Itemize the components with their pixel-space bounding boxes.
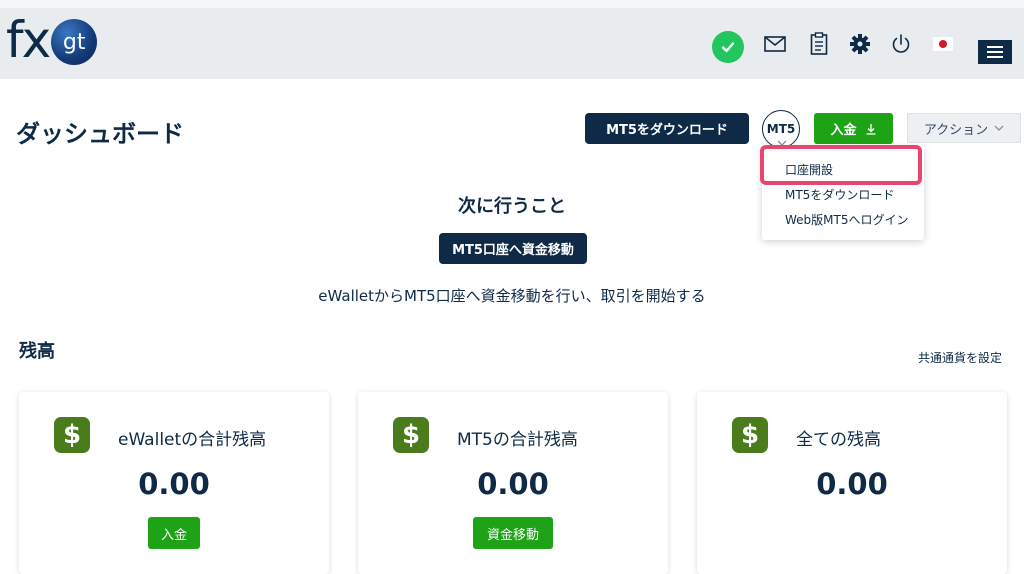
total-balance-card: $ 全ての残高 0.00 — [697, 392, 1007, 574]
highlight-annotation — [760, 145, 922, 185]
dollar-icon: $ — [732, 417, 768, 453]
dollar-icon: $ — [393, 417, 429, 453]
gear-icon[interactable] — [848, 32, 872, 56]
card-amount: 0.00 — [477, 467, 549, 501]
power-icon[interactable] — [889, 32, 913, 56]
logo-gt-circle: gt — [51, 19, 98, 65]
card-transfer-button[interactable]: 資金移動 — [473, 517, 553, 549]
card-label: MT5の合計残高 — [457, 430, 578, 450]
logo-fx-text: fx — [6, 11, 51, 69]
mt5-balance-card: $ MT5の合計残高 0.00 資金移動 — [358, 392, 668, 574]
card-amount: 0.00 — [816, 467, 888, 501]
transfer-to-mt5-button[interactable]: MT5口座へ資金移動 — [439, 233, 587, 264]
action-label: アクション — [923, 122, 989, 138]
card-amount: 0.00 — [138, 467, 210, 501]
flag-jp-icon[interactable] — [931, 32, 955, 56]
page-title: ダッシュボード — [16, 120, 184, 148]
mail-icon[interactable] — [763, 32, 787, 56]
download-mt5-button[interactable]: MT5をダウンロード — [585, 113, 749, 144]
verified-check-icon[interactable] — [712, 31, 744, 63]
fxgt-logo[interactable]: fx gt — [6, 10, 98, 70]
set-common-currency-link[interactable]: 共通通貨を設定 — [918, 349, 1002, 366]
action-dropdown[interactable]: アクション — [907, 113, 1021, 143]
chevron-down-icon — [994, 125, 1004, 131]
deposit-button[interactable]: 入金 — [814, 113, 893, 144]
dollar-icon: $ — [54, 417, 90, 453]
ewallet-balance-card: $ eWalletの合計残高 0.00 入金 — [19, 392, 329, 574]
mt5-badge-label: MT5 — [766, 122, 796, 136]
card-deposit-button[interactable]: 入金 — [148, 517, 200, 549]
mt5-menu-toggle[interactable]: MT5 — [762, 110, 800, 148]
next-steps-title: 次に行うこと — [458, 196, 566, 217]
top-header: fx gt — [0, 8, 1024, 79]
card-label: 全ての残高 — [796, 430, 881, 450]
balance-section-title: 残高 — [19, 341, 55, 362]
deposit-label: 入金 — [830, 123, 857, 138]
clipboard-icon[interactable] — [807, 32, 831, 56]
download-arrow-icon — [866, 123, 875, 135]
card-label: eWalletの合計残高 — [118, 430, 267, 450]
next-steps-description: eWalletからMT5口座へ資金移動を行い、取引を開始する — [318, 287, 706, 305]
menu-icon[interactable] — [978, 40, 1012, 64]
